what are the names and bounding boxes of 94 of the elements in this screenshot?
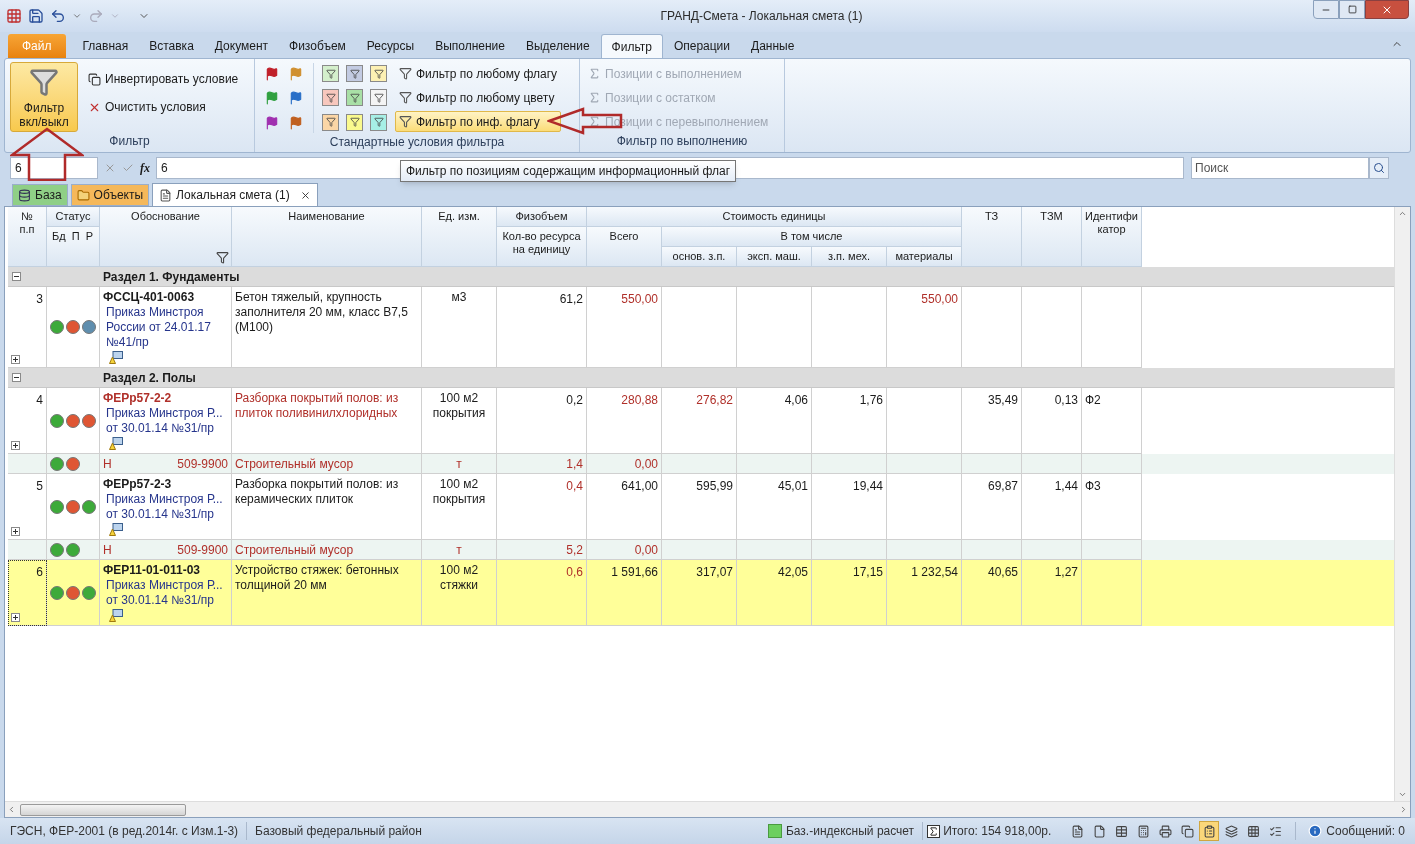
column-header: В том числе [780,230,843,242]
calc-mode-text: Баз.-индексный расчет [785,823,915,840]
name-text: Разборка покрытий полов: из керамических плиток [235,477,399,506]
name-text: Бетон тяжелый, крупность заполнителя 20 мм, класс В7,5 (М100) [235,290,408,334]
window-title: ГРАНД-Смета - Локальная смета (1) [660,8,863,25]
code-text: ФССЦ-401-0063 [103,290,195,305]
resource-code: 509-9900 [177,455,228,473]
row-number: 6 [36,564,43,581]
table-cell: 40,65 [987,565,1018,579]
row-number: 5 [36,478,43,495]
name-text: Разборка покрытий полов: из плиток поливинилхлоридных [235,391,399,420]
column-header: Кол-во ресурса на единицу [502,230,581,255]
code-text: ФЕРр57-2-2 [103,391,172,406]
table-cell: 0,13 [1054,393,1078,407]
table-cell: 0,2 [566,393,583,407]
basis-text: Приказ Минстроя Р... [105,578,223,593]
basis-text: Приказ Минстроя [105,305,204,320]
table-cell: 4,06 [784,393,808,407]
table-cell: 1,76 [859,393,883,407]
code-text: ФЕР11-01-011-03 [103,563,200,578]
unit-text: 100 м2 покрытия [432,391,486,420]
table-cell: 69,87 [987,479,1018,493]
table-cell-text: 0,00 [634,541,658,559]
table-cell: 550,00 [621,292,658,306]
basis-text: России от 24.01.17 [105,320,211,335]
column-header: Бд П Р [52,230,94,242]
table-cell: 317,07 [696,565,733,579]
column-header: з.п. мех. [827,250,871,262]
code-text: ФЕРр57-2-3 [103,477,172,492]
table-cell: 280,88 [621,393,658,407]
column-header: ТЗ [984,210,999,222]
unit-text: т [456,455,462,473]
column-header: Обоснование [131,210,200,223]
unit-text: т [456,541,462,559]
table-cell-text: 1,4 [566,455,583,473]
table-cell: 19,44 [852,479,883,493]
name-text: Устройство стяжек: бетонных толщиной 20 мм [235,563,399,592]
table-cell: 45,01 [777,479,808,493]
messages-text: Сообщений: 0 [1326,823,1405,840]
unit-text: м3 [451,290,467,304]
resource-code: 509-9900 [177,541,228,559]
column-header: ТЗМ [1040,210,1063,222]
table-cell: 641,00 [621,479,658,493]
section-title: Раздел 1. Фундаменты [102,268,240,286]
basis-text: Приказ Минстроя Р... [105,406,223,421]
basis-text: от 30.01.14 №31/пр [105,507,214,522]
unit-text: 100 м2 покрытия [432,477,486,506]
column-header: № п.п [19,210,35,235]
column-header: Физобъем [515,210,568,222]
tooltip: Фильтр по позициям содержащим информационный флаг [400,160,737,182]
name-text: Строительный мусор [235,455,354,473]
row-number: 3 [36,291,43,308]
table-cell: 550,00 [921,292,958,306]
group-label: Фильтр [108,133,151,150]
row-number: 4 [36,392,43,409]
table-cell: Ф3 [1085,479,1101,493]
column-header: Ед. изм. [438,210,480,222]
table-cell: 35,49 [987,393,1018,407]
resource-type: Н [103,455,112,473]
table-cell: 61,2 [559,292,583,306]
column-header: эксп. маш. [747,250,801,262]
norms-text: ГЭСН, ФЕР-2001 (в ред.2014г. с Изм.1-3) [10,822,248,840]
basis-text: №41/пр [105,335,149,350]
column-header: Стоимость единицы [722,210,826,222]
table-cell: 1,27 [1054,565,1078,579]
column-header: Наименование [288,210,365,222]
table-cell: 42,05 [777,565,808,579]
table-cell: Ф2 [1085,393,1101,407]
table-cell-text: 5,2 [566,541,583,559]
table-cell: 17,15 [852,565,883,579]
total-text: Итого: 154 918,00р. [943,823,1052,840]
group-label: Стандартные условия фильтра [328,134,506,151]
basis-text: от 30.01.14 №31/пр [105,593,214,608]
table-cell: 1 232,54 [911,565,958,579]
resource-type: Н [103,541,112,559]
unit-text: 100 м2 стяжки [439,563,479,592]
table-cell: 1 591,66 [611,565,658,579]
table-cell: 595,99 [696,479,733,493]
column-header: материалы [895,250,953,262]
table-cell-text: 0,00 [634,455,658,473]
section-title: Раздел 2. Полы [102,369,196,387]
basis-text: Приказ Минстроя Р... [105,492,223,507]
column-header: Статус [55,210,91,222]
name-text: Строительный мусор [235,541,354,559]
table-cell: 276,82 [696,393,733,407]
basis-text: от 30.01.14 №31/пр [105,421,214,436]
group-label: Фильтр по выполнению [615,133,749,150]
column-header: Всего [609,230,639,242]
table-cell: 1,44 [1054,479,1078,493]
column-header: Идентификатор [1085,210,1138,235]
table-cell: 0,4 [566,479,583,493]
table-cell: 0,6 [566,565,583,579]
region-text: Базовый федеральный район [254,823,423,840]
column-header: основ. з.п. [672,250,726,262]
